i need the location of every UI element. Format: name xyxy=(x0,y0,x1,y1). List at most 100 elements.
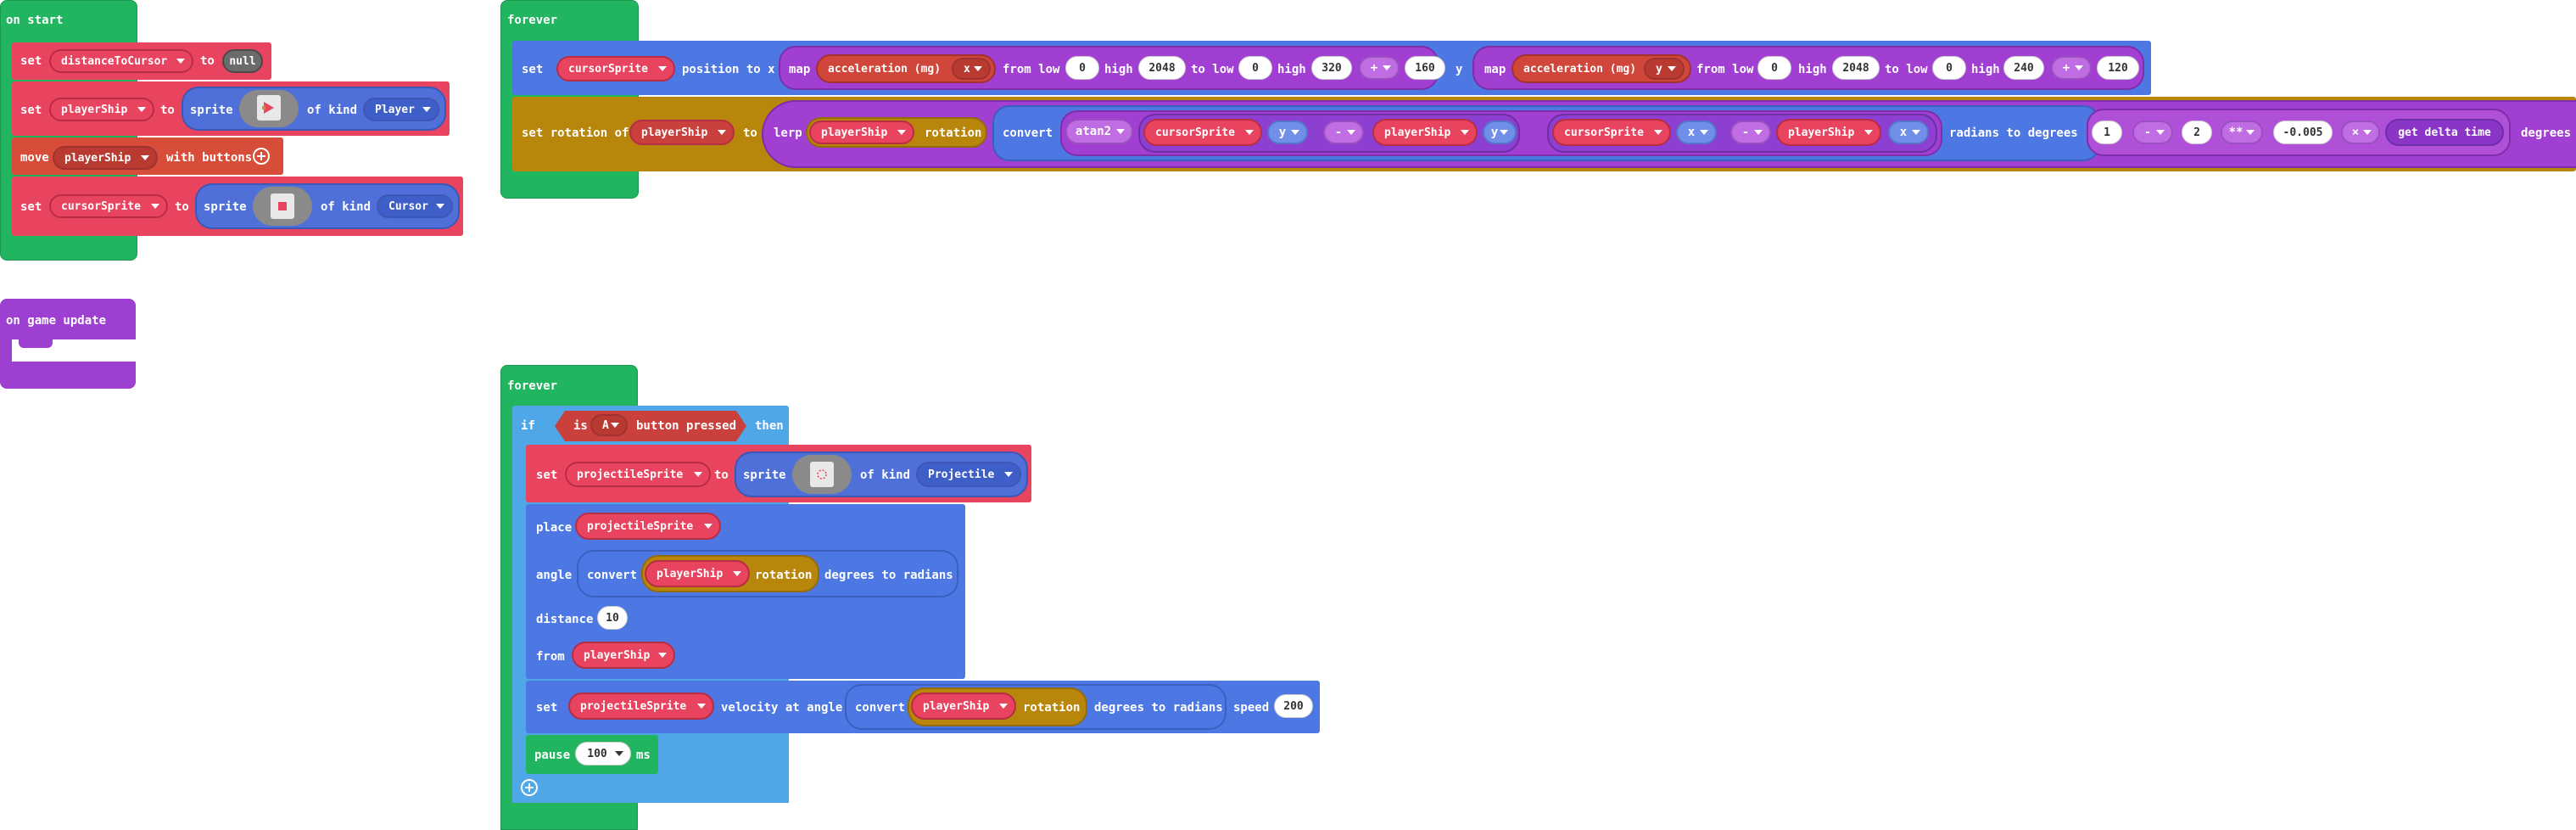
rotation-label: rotation xyxy=(925,126,982,140)
prop-dropdown-y[interactable]: y xyxy=(1267,121,1308,144)
prop-dropdown-y[interactable]: y xyxy=(1483,121,1517,144)
to-label: to xyxy=(175,200,189,214)
position-to-x-label: position to x xyxy=(682,63,775,76)
convert-label: convert xyxy=(587,569,638,582)
operator-dropdown-plus[interactable]: + xyxy=(2051,56,2092,80)
forever-label: forever xyxy=(507,379,558,393)
number-input[interactable]: 2048 xyxy=(1832,56,1880,80)
var-dropdown-cursorSprite[interactable]: cursorSprite xyxy=(1143,119,1262,146)
number-input[interactable]: 2 xyxy=(2182,121,2212,144)
var-dropdown-playerShip[interactable]: playerShip xyxy=(1776,119,1881,146)
axis-dropdown-x[interactable]: x xyxy=(952,58,991,80)
number-input[interactable]: 0 xyxy=(1757,56,1791,80)
var-dropdown-cursorSprite[interactable]: cursorSprite xyxy=(556,56,675,81)
add-else-icon[interactable] xyxy=(521,779,538,796)
to-low-label: to low xyxy=(1191,63,1234,76)
kind-dropdown-player[interactable]: Player xyxy=(363,98,439,121)
operator-dropdown-minus[interactable]: - xyxy=(1323,121,1364,144)
map-label: map xyxy=(789,63,811,76)
pause-dropdown[interactable]: 100 xyxy=(575,742,631,766)
sprite-label: sprite xyxy=(204,200,247,214)
on-game-update-label: on game update xyxy=(6,314,107,328)
var-dropdown-projectileSprite[interactable]: projectileSprite xyxy=(565,462,711,487)
convert-label: convert xyxy=(1003,126,1053,140)
ship-icon xyxy=(257,95,281,121)
number-input[interactable]: 0 xyxy=(1065,56,1099,80)
to-label: to xyxy=(160,104,175,117)
number-input[interactable]: 160 xyxy=(1405,56,1445,80)
set-keyword: set xyxy=(20,104,42,117)
high-label: high xyxy=(1971,63,2000,76)
degrees-to-radians-label: degrees to radians xyxy=(824,569,953,582)
var-dropdown-playerShip[interactable]: playerShip xyxy=(911,693,1016,720)
number-input[interactable]: 1 xyxy=(2092,121,2122,144)
number-input[interactable]: 0 xyxy=(1932,56,1966,80)
move-keyword: move xyxy=(20,151,49,165)
number-input[interactable]: 320 xyxy=(1311,56,1352,80)
of-kind-label: of kind xyxy=(321,200,372,214)
null-value[interactable]: null xyxy=(222,49,263,73)
var-dropdown-playerShip[interactable]: playerShip xyxy=(809,121,914,144)
set-keyword: set xyxy=(20,54,42,68)
number-input[interactable]: 2048 xyxy=(1138,56,1186,80)
number-input-distance[interactable]: 10 xyxy=(597,606,628,630)
set-rotation-label: set rotation of xyxy=(522,126,629,140)
var-dropdown-playerShip[interactable]: playerShip xyxy=(1372,119,1478,146)
var-dropdown-playerShip[interactable]: playerShip xyxy=(629,120,735,145)
var-dropdown-playerShip[interactable]: playerShip xyxy=(645,560,750,587)
number-input[interactable]: 0 xyxy=(1238,56,1272,80)
to-label: to xyxy=(714,468,729,482)
ms-label: ms xyxy=(636,749,651,762)
var-dropdown-playerShip[interactable]: playerShip xyxy=(572,642,675,669)
to-low-label: to low xyxy=(1885,63,1928,76)
on-start-label: on start xyxy=(6,14,64,27)
operator-dropdown-times[interactable]: × xyxy=(2341,121,2380,144)
high-label: high xyxy=(1798,63,1827,76)
add-icon[interactable] xyxy=(253,148,270,165)
operator-dropdown-plus[interactable]: + xyxy=(1359,56,1400,80)
get-delta-time-block[interactable]: get delta time xyxy=(2385,119,2504,146)
number-input-speed[interactable]: 200 xyxy=(1274,694,1313,718)
prop-dropdown-x[interactable]: x xyxy=(1888,121,1929,144)
kind-dropdown-cursor[interactable]: Cursor xyxy=(377,194,453,218)
angle-label: angle xyxy=(536,569,573,582)
operator-dropdown-minus[interactable]: - xyxy=(1730,121,1771,144)
var-dropdown-cursorSprite[interactable]: cursorSprite xyxy=(49,194,168,218)
to-label: to xyxy=(743,126,757,140)
set-keyword: set xyxy=(20,200,42,214)
prop-dropdown-x[interactable]: x xyxy=(1676,121,1717,144)
axis-dropdown-y[interactable]: y xyxy=(1644,58,1685,80)
operator-dropdown-minus[interactable]: - xyxy=(2132,121,2173,144)
kind-dropdown-projectile[interactable]: Projectile xyxy=(916,462,1021,487)
var-dropdown-cursorSprite[interactable]: cursorSprite xyxy=(1552,119,1671,146)
var-dropdown-distanceToCursor[interactable]: distanceToCursor xyxy=(49,49,193,73)
sprite-label: sprite xyxy=(743,468,786,482)
cursor-icon xyxy=(271,193,294,219)
of-kind-label: of kind xyxy=(860,468,911,482)
speed-label: speed xyxy=(1233,701,1270,715)
var-dropdown-projectileSprite[interactable]: projectileSprite xyxy=(568,693,714,720)
number-input[interactable]: -0.005 xyxy=(2273,121,2333,144)
var-dropdown-playerShip-move[interactable]: playerShip xyxy=(53,146,158,170)
convert-label: convert xyxy=(855,701,906,715)
from-label: from xyxy=(536,650,565,664)
number-input[interactable]: 120 xyxy=(2097,56,2139,80)
if-footer xyxy=(512,774,789,803)
is-label: is xyxy=(573,419,588,433)
button-dropdown-A[interactable]: A xyxy=(590,414,628,436)
atan2-dropdown[interactable]: atan2 xyxy=(1065,119,1133,144)
forever-label: forever xyxy=(507,14,558,27)
pause-label: pause xyxy=(534,749,571,762)
number-input[interactable]: 240 xyxy=(2003,56,2044,80)
operator-dropdown-power[interactable]: ** xyxy=(2221,121,2263,144)
radians-to-degrees-label: radians to degrees xyxy=(1949,126,2078,140)
set-keyword: set xyxy=(522,63,544,76)
lerp-label: lerp xyxy=(774,126,802,140)
high-label: high xyxy=(1277,63,1306,76)
var-dropdown-projectileSprite[interactable]: projectileSprite xyxy=(575,513,721,540)
if-label: if xyxy=(521,419,535,433)
degrees-label: degrees xyxy=(2521,126,2572,140)
rotation-label: rotation xyxy=(1023,701,1081,715)
var-dropdown-playerShip[interactable]: playerShip xyxy=(49,98,154,121)
degrees-to-radians-label: degrees to radians xyxy=(1094,701,1223,715)
